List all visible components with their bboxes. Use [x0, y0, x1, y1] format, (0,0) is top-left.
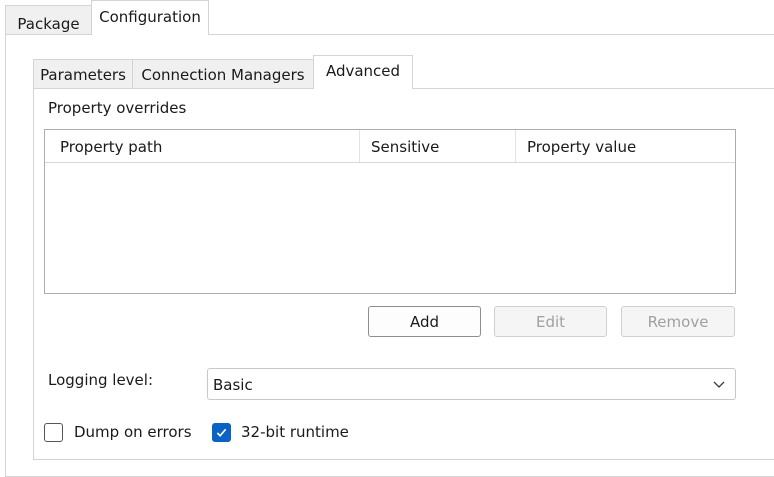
- checkmark-icon: [216, 428, 227, 437]
- logging-level-select[interactable]: Basic: [207, 368, 736, 400]
- column-header-property-value[interactable]: Property value: [516, 130, 735, 162]
- tab-connection-managers[interactable]: Connection Managers: [132, 59, 314, 88]
- logging-level-label: Logging level:: [48, 371, 153, 389]
- grid-header: Property path Sensitive Property value: [45, 130, 735, 163]
- property-overrides-label: Property overrides: [48, 99, 187, 117]
- dump-on-errors-label[interactable]: Dump on errors: [74, 423, 192, 441]
- property-overrides-grid[interactable]: Property path Sensitive Property value: [44, 129, 736, 294]
- dump-on-errors-checkbox[interactable]: [44, 423, 63, 442]
- runtime-32bit-label[interactable]: 32-bit runtime: [241, 423, 349, 441]
- runtime-32bit-checkbox[interactable]: [212, 423, 231, 442]
- tab-configuration[interactable]: Configuration: [91, 0, 209, 35]
- chevron-down-icon: [713, 381, 725, 388]
- remove-button[interactable]: Remove: [621, 306, 735, 337]
- edit-button[interactable]: Edit: [494, 306, 607, 337]
- column-header-sensitive[interactable]: Sensitive: [360, 130, 516, 162]
- logging-level-value: Basic: [213, 376, 253, 394]
- tab-parameters[interactable]: Parameters: [33, 59, 133, 88]
- tab-package[interactable]: Package: [5, 5, 92, 34]
- add-button[interactable]: Add: [368, 306, 481, 337]
- column-header-property-path[interactable]: Property path: [49, 130, 360, 162]
- tab-advanced[interactable]: Advanced: [313, 55, 413, 89]
